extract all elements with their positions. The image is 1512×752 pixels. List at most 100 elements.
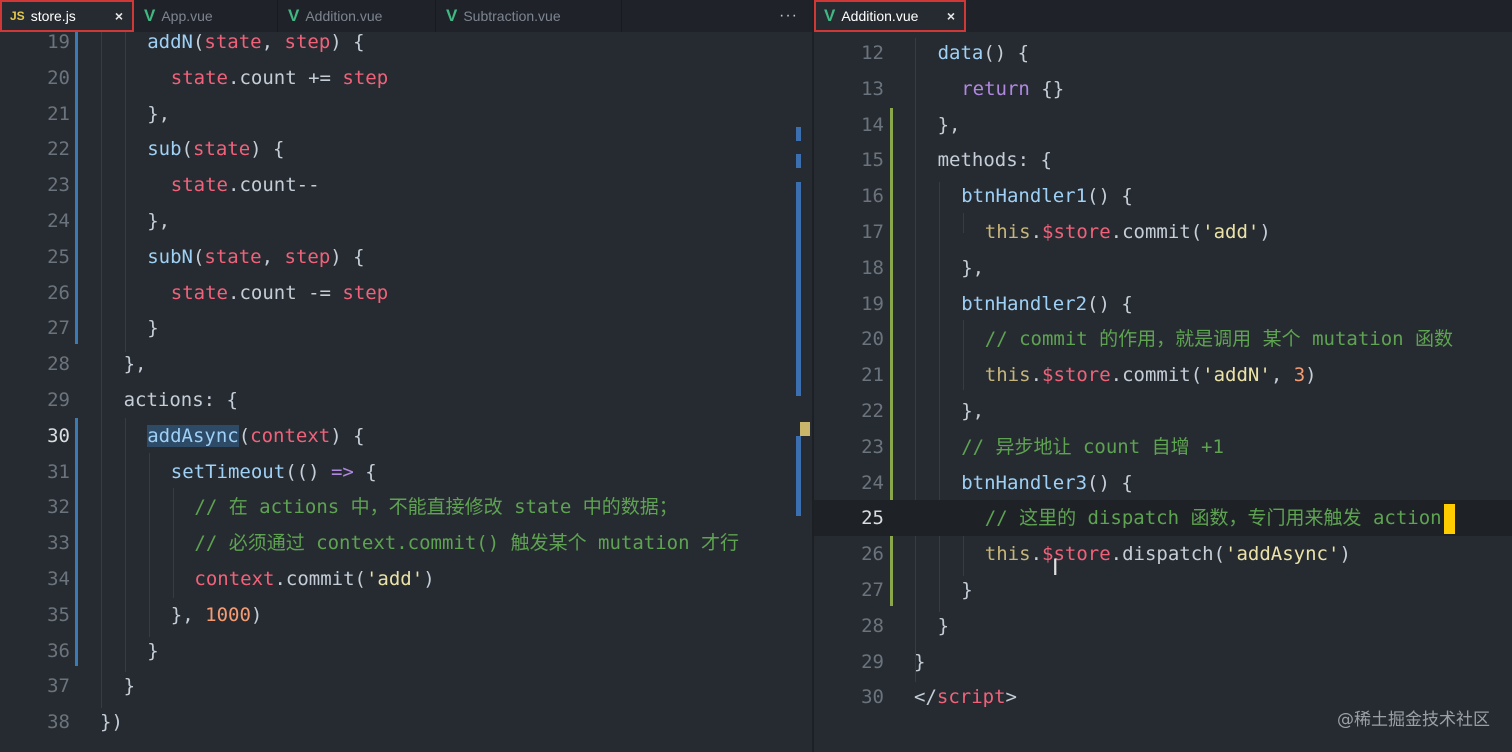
code-line[interactable]: 17 this.$store.commit('add') [814, 214, 1512, 250]
code-line[interactable]: 15 methods: { [814, 142, 1512, 178]
close-icon[interactable]: × [115, 8, 123, 24]
code-token: () { [1087, 292, 1133, 315]
close-icon[interactable]: × [947, 8, 955, 24]
code-token: addAsync [147, 424, 239, 447]
line-number: 27 [47, 317, 70, 340]
code-text: } [914, 644, 925, 680]
code-line[interactable]: 26 state.count -= step [0, 275, 812, 311]
code-token: . [1030, 364, 1043, 387]
code-line[interactable]: 32 // 在 actions 中，不能直接修改 state 中的数据； [0, 489, 812, 525]
code-token: addN [147, 31, 193, 53]
code-line[interactable]: 33 // 必须通过 context.commit() 触发某个 mutation… [0, 525, 812, 561]
code-line[interactable]: 34 context.commit('add') [0, 561, 812, 597]
code-line[interactable]: 19 addN(state, step) { [0, 24, 812, 60]
code-text: } [938, 608, 949, 644]
tab-label: Subtraction.vue [463, 8, 561, 24]
code-text: addN(state, step) { [147, 24, 364, 60]
code-line[interactable]: 16 btnHandler1() { [814, 178, 1512, 214]
code-token: 1000 [205, 603, 251, 626]
code-text: return {} [961, 71, 1064, 107]
code-line[interactable]: 28}, [0, 346, 812, 382]
code-token: step [284, 31, 331, 53]
code-line[interactable]: 19 btnHandler2() { [814, 286, 1512, 322]
code-token: 'addAsync' [1225, 543, 1340, 566]
code-line[interactable]: 23 state.count-- [0, 167, 812, 203]
code-token: .dispatch( [1110, 543, 1226, 566]
code-token: }, [147, 102, 171, 125]
code-token: subN [147, 245, 193, 268]
line-number: 19 [47, 31, 70, 53]
code-line[interactable]: 28} [814, 608, 1512, 644]
code-token: ) { [330, 31, 365, 53]
code-token: }) [100, 711, 123, 734]
code-line[interactable]: 23 // 异步地让 count 自增 +1 [814, 429, 1512, 465]
code-line[interactable]: 24 btnHandler3() { [814, 465, 1512, 501]
code-line[interactable]: 22}, [814, 393, 1512, 429]
line-number: 26 [47, 281, 70, 304]
line-number: 32 [47, 496, 70, 519]
code-line[interactable]: 29 actions: { [0, 382, 812, 418]
code-line[interactable]: 14}, [814, 107, 1512, 143]
code-text: } [147, 310, 158, 346]
code-token: step [342, 66, 389, 89]
code-line[interactable]: 38}) [0, 704, 812, 740]
code-text: } [147, 633, 158, 669]
code-line[interactable]: 21}, [0, 96, 812, 132]
code-line[interactable]: 27} [0, 310, 812, 346]
text-cursor [1443, 503, 1455, 534]
code-token: btnHandler2 [961, 292, 1088, 315]
code-token: // 异步地让 count 自增 +1 [961, 435, 1224, 458]
code-line[interactable]: 29} [814, 644, 1512, 680]
tab-addition-vue-active[interactable]: V Addition.vue × [814, 0, 966, 32]
code-line[interactable]: 25 subN(state, step) { [0, 239, 812, 275]
code-text: // 异步地让 count 自增 +1 [961, 429, 1224, 465]
code-token: btnHandler1 [961, 185, 1088, 208]
code-token: this [984, 543, 1031, 566]
code-line[interactable]: 37} [0, 668, 812, 704]
code-token: ) [1259, 221, 1271, 243]
code-line[interactable]: 12 data() { [814, 35, 1512, 71]
code-line[interactable]: 21 this.$store.commit('addN', 3) [814, 357, 1512, 393]
line-number: 22 [861, 400, 884, 422]
code-text: this.$store.commit('add') [985, 214, 1271, 250]
editor-pane-right[interactable]: V Addition.vue × 12 data() {13 return {} 14… [814, 0, 1512, 752]
line-number: 29 [47, 389, 70, 411]
line-number: 20 [47, 66, 70, 89]
code-line[interactable]: 20 state.count += step [0, 60, 812, 96]
line-number: 25 [47, 245, 70, 268]
code-line[interactable]: 36} [0, 633, 812, 669]
code-line[interactable]: 35}, 1000) [0, 597, 812, 633]
line-number: 38 [47, 711, 70, 734]
line-number: 28 [47, 353, 70, 376]
code-token: ( [238, 424, 251, 447]
tab-label: App.vue [161, 8, 213, 24]
code-line[interactable]: 18}, [814, 250, 1512, 286]
code-line[interactable]: 13 return {} [814, 71, 1512, 107]
code-line[interactable]: 31 setTimeout(() => { [0, 454, 812, 490]
code-line[interactable]: 22 sub(state) { [0, 131, 812, 167]
code-line[interactable]: 24}, [0, 203, 812, 239]
code-token: => [330, 460, 354, 483]
code-token: methods: { [937, 149, 1052, 172]
code-token: state [170, 174, 228, 197]
editor-pane-left[interactable]: JS store.js × V App.vue V Addition.vue V… [0, 0, 812, 752]
code-line[interactable]: 27} [814, 572, 1512, 608]
code-text: } [961, 572, 972, 608]
code-text: addAsync(context) { [147, 418, 365, 454]
code-token: } [914, 650, 926, 673]
code-text: data() { [938, 35, 1030, 71]
code-line[interactable]: 20 // commit 的作用，就是调用 某个 mutation 函数 [814, 321, 1512, 357]
code-text: btnHandler2() { [961, 286, 1133, 322]
code-token: // commit 的作用，就是调用 某个 mutation 函数 [984, 328, 1454, 351]
code-line[interactable]: 25 // 这里的 dispatch 函数，专门用来触发 action [814, 500, 1512, 537]
line-number: 17 [861, 221, 884, 243]
code-token: .count -= [228, 281, 343, 304]
tab-label: store.js [30, 8, 76, 24]
code-line[interactable]: 26 this.$store.dispatch('addAsync') [814, 536, 1512, 572]
code-text: }, [961, 250, 984, 286]
code-token: } [147, 317, 159, 340]
code-token: .commit( [1110, 221, 1203, 243]
code-line[interactable]: 30 addAsync(context) { [0, 418, 812, 454]
code-text: state.count -= step [171, 275, 388, 311]
code-token: context [194, 568, 275, 590]
